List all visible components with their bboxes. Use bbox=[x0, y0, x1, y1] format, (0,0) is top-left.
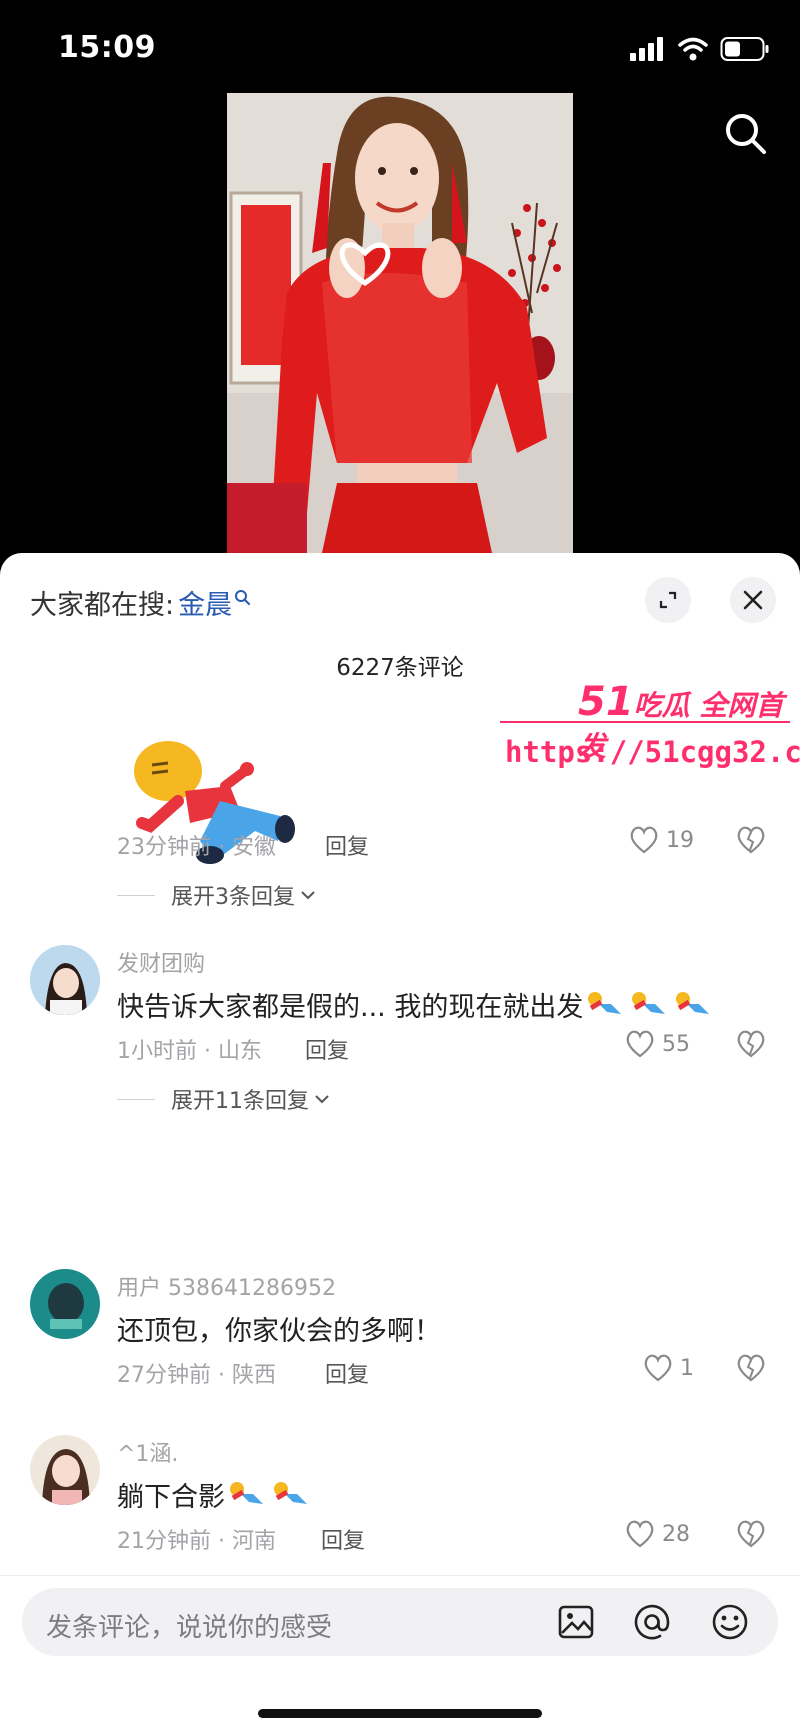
reply-button[interactable]: 回复 bbox=[305, 1033, 349, 1065]
comment-input-placeholder: 发条评论，说说你的感受 bbox=[46, 1613, 333, 1643]
comment-username[interactable]: 发财团购 bbox=[117, 946, 205, 978]
expand-sheet-button[interactable] bbox=[645, 577, 691, 623]
heart-icon bbox=[644, 1354, 672, 1382]
comment-text-content: 躺下合影 bbox=[117, 1482, 225, 1513]
like-button[interactable]: 55 bbox=[624, 1029, 690, 1059]
lying-figure-emoji-icon bbox=[676, 991, 710, 1014]
video-frame bbox=[227, 93, 573, 553]
watermark-divider bbox=[500, 721, 790, 723]
watermark-url: https://51cgg32.com bbox=[505, 735, 800, 769]
like-button[interactable]: 19 bbox=[628, 825, 694, 855]
dislike-button[interactable] bbox=[735, 1353, 767, 1387]
image-button[interactable] bbox=[556, 1602, 596, 1642]
avatar[interactable] bbox=[30, 1435, 100, 1505]
comment-text-content: 快告诉大家都是假的... 我的现在就出发 bbox=[117, 992, 584, 1023]
broken-heart-icon bbox=[737, 1354, 765, 1382]
reply-button[interactable]: 回复 bbox=[321, 1523, 365, 1555]
status-icons bbox=[630, 34, 770, 64]
avatar[interactable] bbox=[30, 945, 100, 1015]
heart-icon bbox=[626, 1520, 654, 1548]
sticker-emoji-icons bbox=[227, 1480, 311, 1510]
expand-replies-label: 展开11条回复 bbox=[171, 1089, 309, 1114]
comment-username[interactable]: ^1涵. bbox=[117, 1436, 178, 1468]
comment-count: 6227条评论 bbox=[336, 655, 464, 681]
search-button[interactable] bbox=[722, 110, 770, 158]
comment-time-location: 21分钟前 · 河南 bbox=[117, 1529, 276, 1554]
comment-text: 快告诉大家都是假的... 我的现在就出发 bbox=[117, 985, 713, 1024]
signal-icon bbox=[630, 37, 663, 61]
reply-button[interactable]: 回复 bbox=[325, 1357, 369, 1389]
comment-text: 躺下合影 bbox=[117, 1475, 311, 1514]
battery-icon bbox=[720, 37, 769, 61]
lying-figure-emoji-icon bbox=[230, 1481, 263, 1504]
small-search-icon bbox=[235, 589, 251, 605]
trending-keyword[interactable]: 金晨 bbox=[178, 583, 232, 622]
chevron-down-icon bbox=[301, 891, 315, 900]
heart-icon bbox=[630, 826, 658, 854]
comment-time-location: 23分钟前 · 安徽 bbox=[117, 835, 276, 860]
comment-text-content: 还顶包，你家伙会的多啊！ bbox=[117, 1316, 441, 1347]
search-icon bbox=[726, 114, 766, 154]
broken-heart-icon bbox=[737, 1520, 765, 1548]
video-player[interactable] bbox=[227, 93, 573, 553]
comment-time-location: 27分钟前 · 陕西 bbox=[117, 1363, 276, 1388]
expand-divider bbox=[117, 894, 155, 896]
status-bar: 15:09 bbox=[0, 0, 800, 95]
dislike-button[interactable] bbox=[735, 825, 767, 859]
like-count: 55 bbox=[662, 1031, 690, 1057]
home-indicator[interactable] bbox=[258, 1709, 542, 1718]
broken-heart-icon bbox=[737, 1030, 765, 1058]
lying-figure-emoji-icon bbox=[588, 991, 622, 1014]
emoji-button[interactable] bbox=[710, 1602, 750, 1642]
heart-icon bbox=[626, 1030, 654, 1058]
avatar-image bbox=[30, 1269, 100, 1339]
smiley-icon bbox=[712, 1604, 748, 1640]
watermark-number: 51 bbox=[578, 679, 634, 725]
broken-heart-icon bbox=[737, 826, 765, 854]
dislike-button[interactable] bbox=[735, 1029, 767, 1063]
at-sign-icon bbox=[634, 1604, 670, 1640]
like-button[interactable]: 1 bbox=[642, 1353, 694, 1383]
expand-replies-button[interactable]: 展开11条回复 bbox=[117, 1083, 331, 1115]
like-button[interactable]: 28 bbox=[624, 1519, 690, 1549]
avatar-image bbox=[30, 945, 100, 1015]
like-count: 28 bbox=[662, 1521, 690, 1547]
status-time: 15:09 bbox=[58, 30, 156, 65]
wifi-icon bbox=[678, 37, 708, 61]
comment-username[interactable]: 用户 538641286952 bbox=[117, 1270, 336, 1302]
sticker-emoji-icons bbox=[585, 990, 713, 1020]
comment-input[interactable]: 发条评论，说说你的感受 bbox=[22, 1588, 778, 1656]
trending-prefix: 大家都在搜: bbox=[30, 590, 175, 621]
close-icon bbox=[743, 590, 763, 610]
like-count: 19 bbox=[666, 827, 694, 853]
lying-figure-emoji-icon bbox=[274, 1481, 307, 1504]
expand-icon bbox=[659, 591, 677, 609]
trending-search[interactable]: 大家都在搜: 金晨 bbox=[30, 583, 252, 622]
avatar[interactable] bbox=[30, 1269, 100, 1339]
comment-time-location: 1小时前 · 山东 bbox=[117, 1039, 262, 1064]
image-icon bbox=[558, 1605, 594, 1639]
chevron-down-icon bbox=[315, 1095, 329, 1104]
expand-replies-button[interactable]: 展开3条回复 bbox=[117, 879, 317, 911]
comments-sheet: 大家都在搜: 金晨 6227条评论 51吃瓜 全网首发 https://51cg… bbox=[0, 553, 800, 1731]
like-count: 1 bbox=[680, 1355, 694, 1381]
comment-text: 还顶包，你家伙会的多啊！ bbox=[117, 1309, 441, 1348]
expand-divider bbox=[117, 1098, 155, 1100]
comment-input-bar: 发条评论，说说你的感受 bbox=[0, 1575, 800, 1731]
reply-button[interactable]: 回复 bbox=[325, 829, 369, 861]
avatar-image bbox=[30, 1435, 100, 1505]
lying-figure-emoji-icon bbox=[632, 991, 666, 1014]
dislike-button[interactable] bbox=[735, 1519, 767, 1553]
mention-button[interactable] bbox=[632, 1602, 672, 1642]
close-sheet-button[interactable] bbox=[730, 577, 776, 623]
expand-replies-label: 展开3条回复 bbox=[171, 885, 295, 910]
